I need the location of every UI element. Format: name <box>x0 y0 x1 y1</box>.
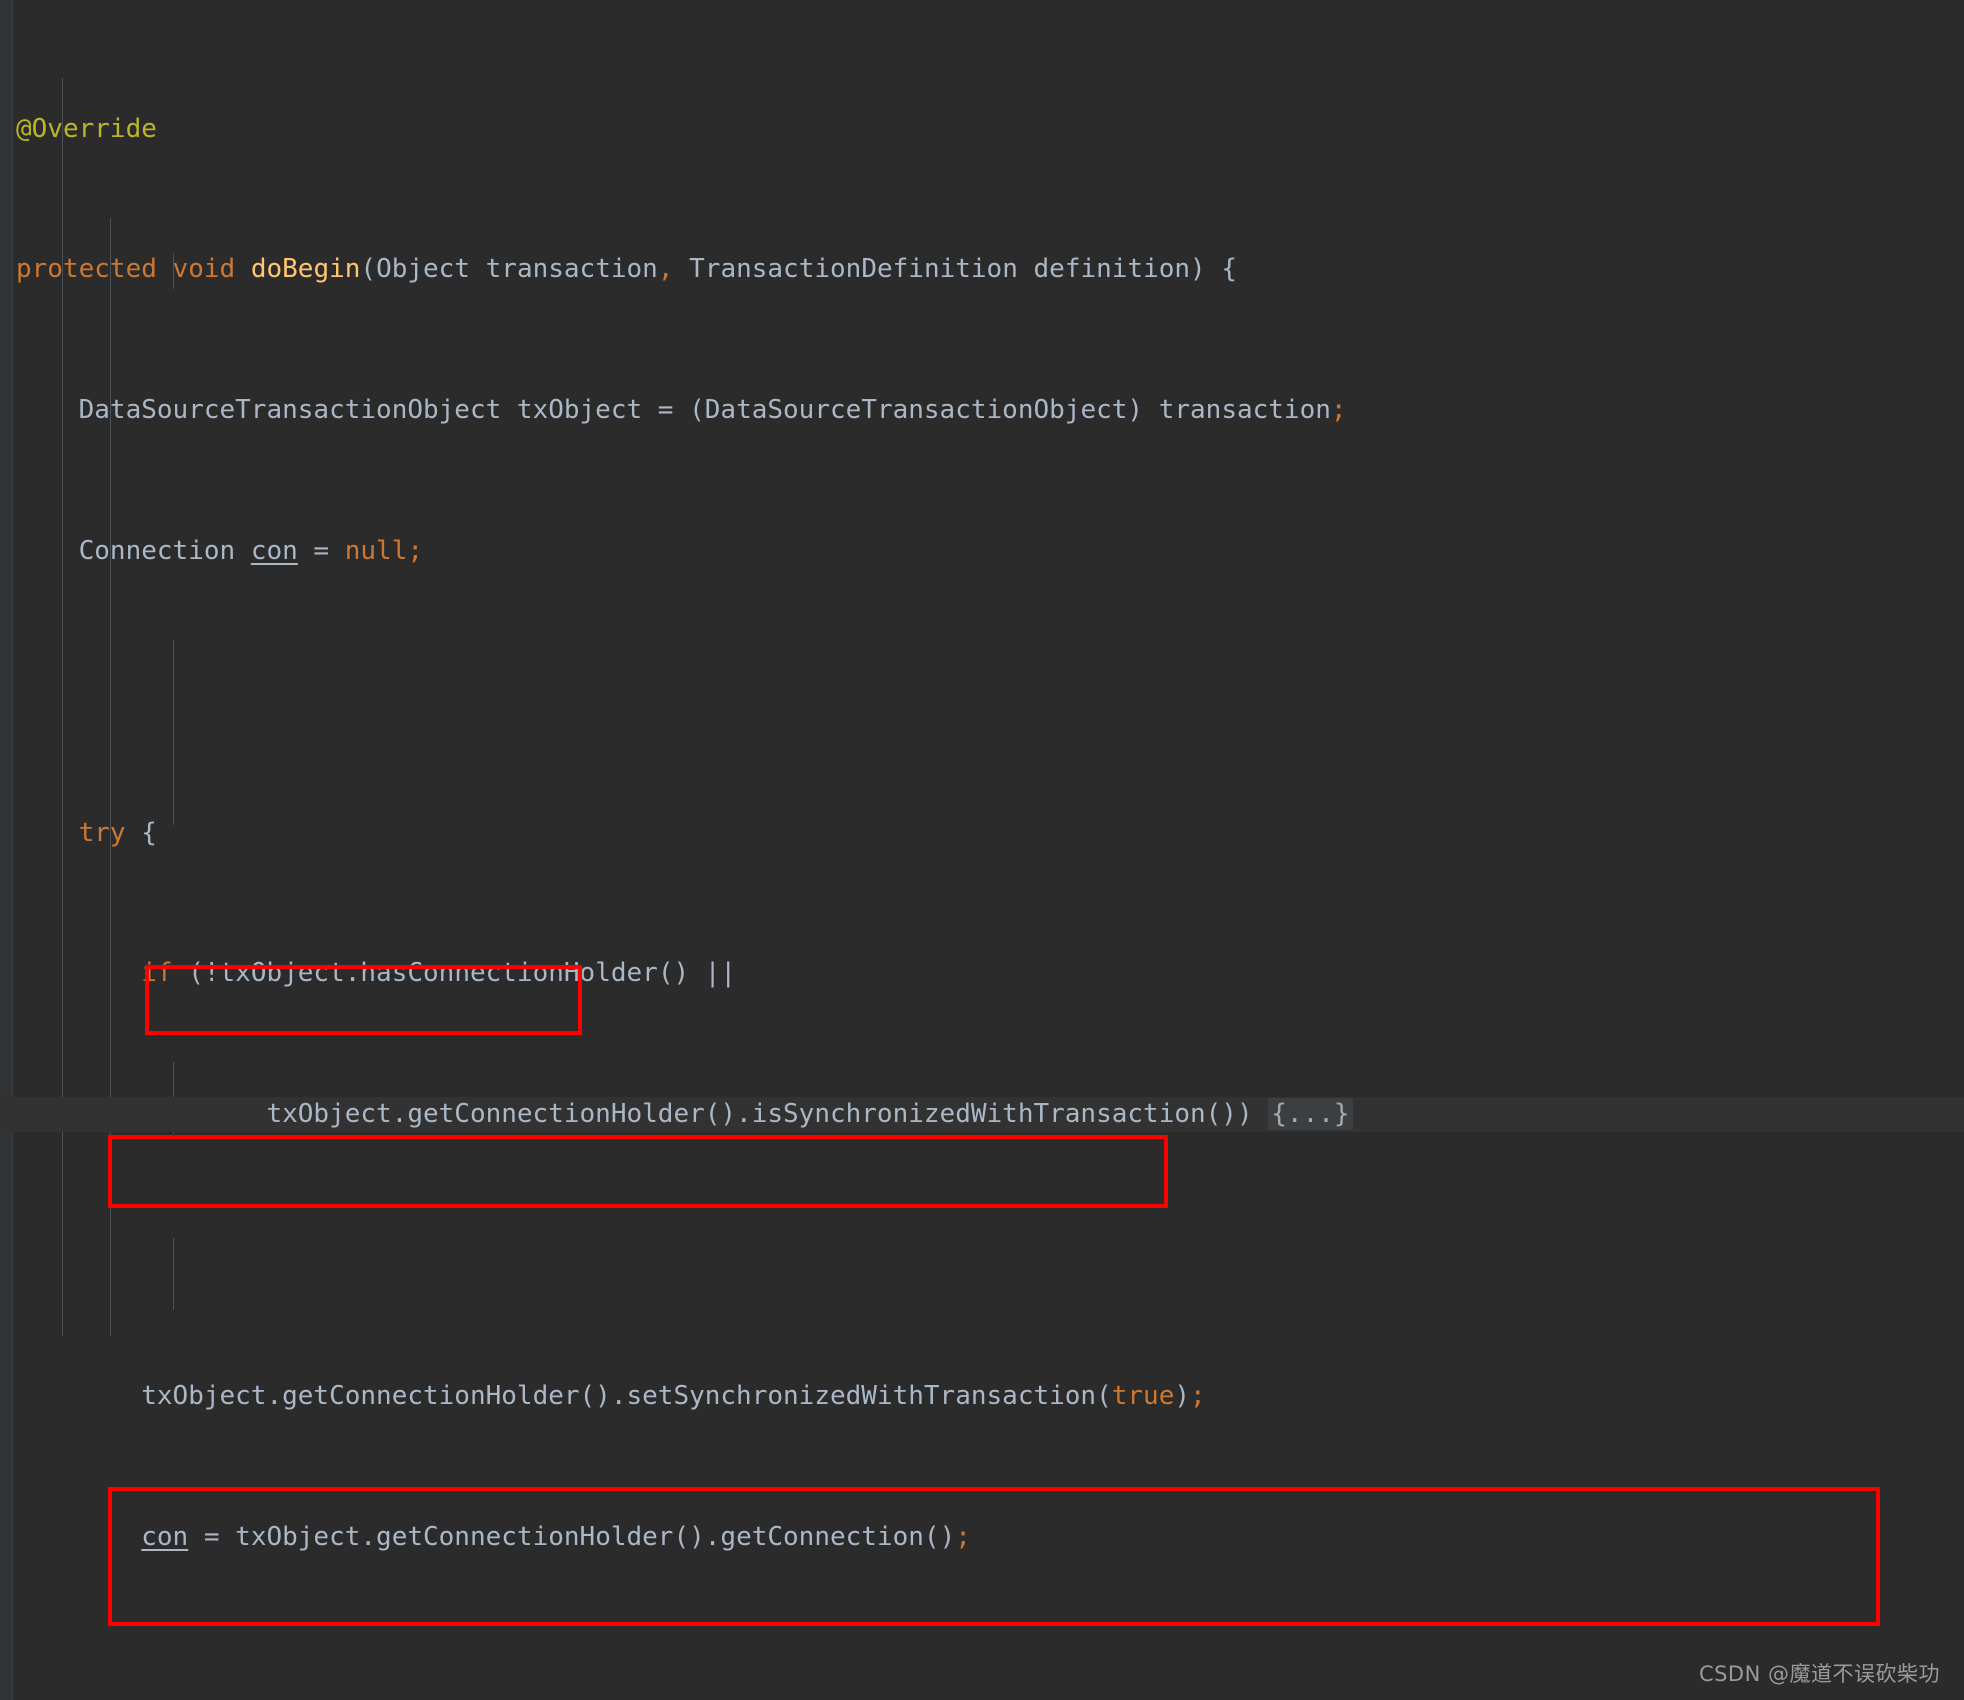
code-line[interactable]: @Override <box>0 112 1964 147</box>
code-line[interactable]: if (!txObject.hasConnectionHolder() || <box>0 956 1964 991</box>
code-line-blank[interactable] <box>0 675 1964 710</box>
code-line[interactable]: con = txObject.getConnectionHolder().get… <box>0 1520 1964 1555</box>
code-line[interactable]: protected void doBegin(Object transactio… <box>0 252 1964 287</box>
code-line-highlighted[interactable]: txObject.getConnectionHolder().isSynchro… <box>0 1097 1964 1133</box>
code-line[interactable]: Connection con = null; <box>0 534 1964 569</box>
code-line-blank[interactable] <box>0 1660 1964 1695</box>
code-line[interactable]: try { <box>0 816 1964 851</box>
fold-marker-block[interactable]: {...} <box>1268 1098 1353 1131</box>
code-content[interactable]: @Override protected void doBegin(Object … <box>0 0 1964 1700</box>
code-line[interactable]: DataSourceTransactionObject txObject = (… <box>0 393 1964 428</box>
annotation-override: @Override <box>16 113 157 144</box>
code-editor-screenshot: @Override protected void doBegin(Object … <box>0 0 1964 1700</box>
code-line[interactable]: txObject.getConnectionHolder().setSynchr… <box>0 1379 1964 1414</box>
code-line-blank[interactable] <box>0 1238 1964 1273</box>
watermark: CSDN @魔道不误砍柴功 <box>1698 1662 1940 1686</box>
